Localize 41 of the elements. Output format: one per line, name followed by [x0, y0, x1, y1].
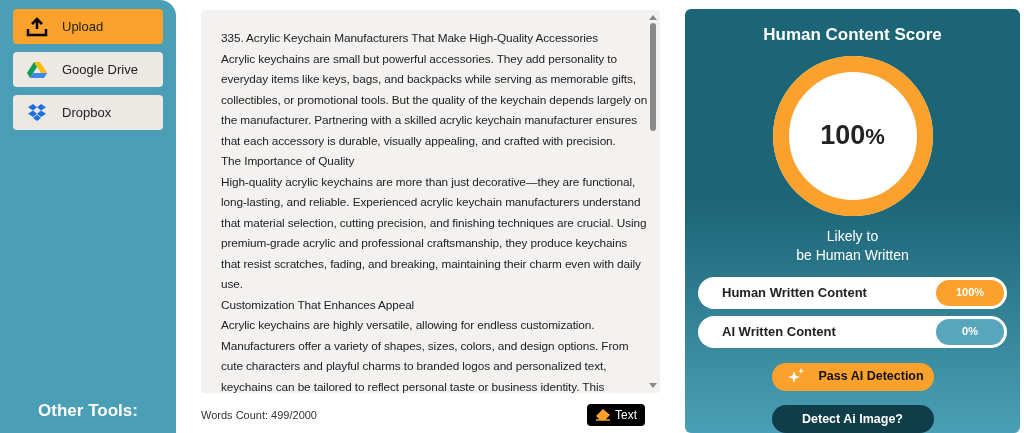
drive-icon: [27, 60, 47, 79]
text-line: keychains can be tailored to reflect personal taste or business identity. This: [221, 378, 606, 393]
text-line: Acrylic keychains are highly versatile, allowing for endless customization.: [221, 317, 596, 334]
pass-detection-button[interactable]: Pass AI Detection: [771, 362, 934, 391]
detect-image-button[interactable]: Detect Ai Image?: [771, 404, 934, 433]
percent-pill: 100%: [936, 279, 1004, 306]
text-line: premium-grade acrylic and professional craftsmanship, they produce keychains: [221, 235, 629, 252]
text-line: cute characters and playful charms to branded logos and personalized text,: [221, 358, 608, 375]
text-line: Acrylic keychains are small but powerful accessories. They add personality to: [221, 50, 618, 68]
text-line: 335. Acrylic Keychain Manufacturers That Make High-Quality Accessories: [221, 30, 599, 47]
upload-icon: [26, 16, 48, 37]
text-line: that resist scratches, fading, and breaking, maintaining their charm even with daily: [221, 255, 642, 273]
text-line: use.: [221, 276, 244, 293]
text-line: Customization That Enhances Appeal: [221, 296, 416, 314]
result-row: AI Written Content 0%: [698, 315, 1007, 348]
text-area[interactable]: [201, 10, 660, 393]
result-row: Human Written Content 100%: [698, 276, 1007, 309]
text-line: the manufacturer. Partnering with a skilled acrylic keychain manufacturer ensures: [221, 112, 639, 129]
text-line: The Importance of Quality: [221, 153, 356, 170]
score-value: 100%: [820, 119, 885, 153]
text-line: High-quality acrylic keychains are more than just decorative—they are functional,: [221, 173, 637, 191]
scroll-up-icon[interactable]: [649, 14, 657, 20]
text-line: everyday items like keys, bags, and backpacks while serving as memorable gifts,: [221, 71, 637, 88]
panel-title: Human Content Score: [763, 24, 942, 46]
percent-pill: 0%: [936, 318, 1004, 345]
section-heading: Other Tools:: [37, 399, 139, 422]
word-count: Words Count: 499/2000: [201, 407, 317, 423]
sidebar-item[interactable]: Dropbox: [13, 95, 163, 130]
text-line: collectibles, or promotional tools. But the quality of the keychain depends largely on: [221, 91, 648, 109]
dropbox-icon: [28, 104, 46, 121]
verdict-text: be Human Written: [796, 245, 909, 265]
scroll-down-icon[interactable]: [649, 383, 657, 389]
text-line: Manufacturers offer a variety of shapes, sizes, colors, and design options. From: [221, 337, 630, 355]
eraser-icon: [595, 409, 611, 421]
text-line: that each accessory is durable, visually appealing, and crafted with precision.: [221, 132, 617, 150]
verdict-text: Likely to: [826, 226, 879, 246]
sidebar-item[interactable]: Upload: [13, 9, 163, 44]
text-line: that material selection, cutting precision, and finishing techniques are crucial. Using: [221, 214, 648, 232]
clear-text-button[interactable]: Text: [587, 404, 645, 426]
sidebar-item[interactable]: Google Drive: [13, 52, 163, 87]
text-line: long-lasting, and reliable. Experienced acrylic keychain manufacturers understand: [221, 194, 642, 211]
